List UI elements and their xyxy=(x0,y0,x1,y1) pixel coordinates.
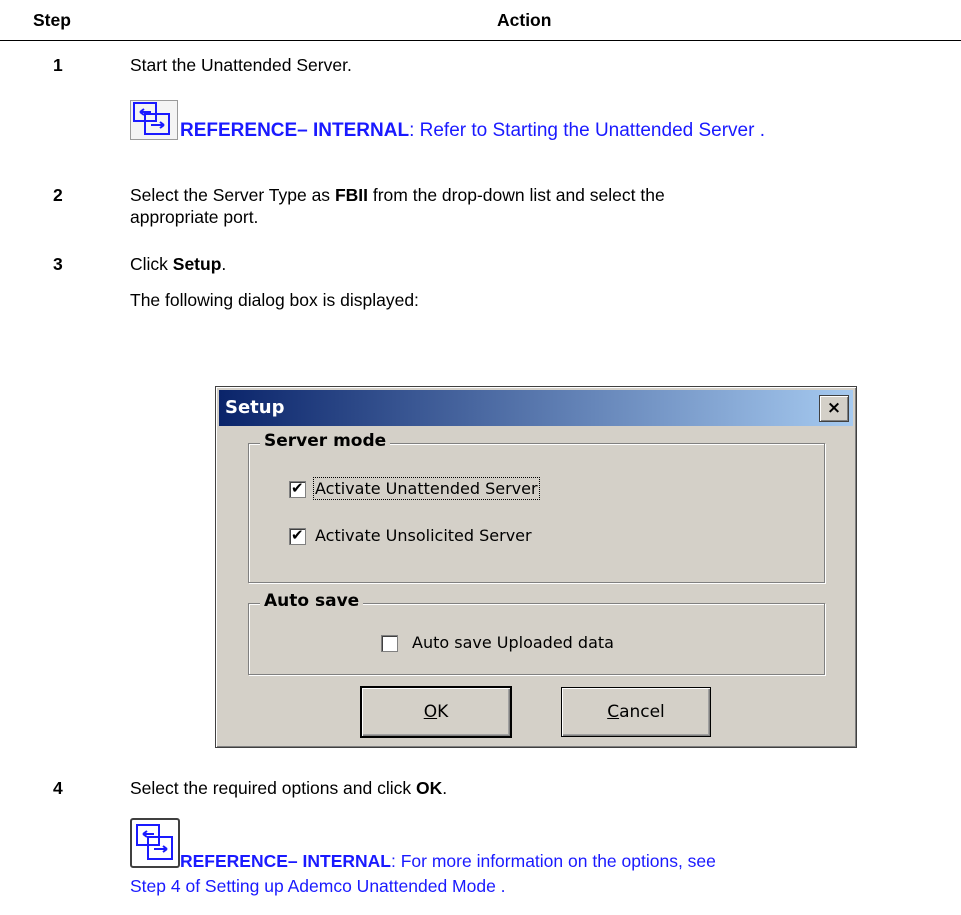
step-4-text: Select the required options and click OK… xyxy=(130,778,448,798)
dialog-title: Setup xyxy=(225,397,285,418)
reference-1-link[interactable]: : Refer to Starting the Unattended Serve… xyxy=(409,120,765,141)
step-2-text: Select the Server Type as FBII from the … xyxy=(130,185,665,227)
activate-unattended-checkbox[interactable] xyxy=(289,479,306,498)
step-3-subtext: The following dialog box is displayed: xyxy=(130,290,419,310)
activate-unsolicited-label[interactable]: Activate Unsolicited Server xyxy=(315,526,532,545)
step-column-header: Step xyxy=(33,10,71,30)
auto-save-label[interactable]: Auto save Uploaded data xyxy=(412,633,614,652)
auto-save-checkbox[interactable] xyxy=(381,635,398,652)
step-3-text: Click Setup. xyxy=(130,254,227,274)
step-4-number: 4 xyxy=(53,778,63,798)
reference-1: REFERENCE– INTERNAL: Refer to Starting t… xyxy=(180,120,765,142)
cancel-button[interactable]: Cancel xyxy=(561,687,711,737)
reference-icon xyxy=(130,100,178,140)
step-1-text: Start the Unattended Server. xyxy=(130,55,352,75)
server-mode-title: Server mode xyxy=(260,431,391,451)
reference-2-label: REFERENCE– INTERNAL xyxy=(180,851,391,871)
setup-dialog: Setup × Server mode Activate Unattended … xyxy=(215,386,857,748)
activate-unattended-label[interactable]: Activate Unattended Server xyxy=(313,477,540,500)
header-rule xyxy=(0,40,961,41)
action-column-header: Action xyxy=(497,10,552,30)
step-2-number: 2 xyxy=(53,185,63,205)
reference-icon xyxy=(130,818,180,868)
auto-save-title: Auto save xyxy=(260,591,364,611)
reference-2-line1: REFERENCE– INTERNAL: For more informatio… xyxy=(180,851,716,872)
dialog-titlebar[interactable]: Setup × xyxy=(219,390,853,426)
reference-2-link[interactable]: Step 4 of Setting up Ademco Unattended M… xyxy=(130,876,506,897)
step-3-number: 3 xyxy=(53,254,63,274)
ok-button[interactable]: OK xyxy=(360,686,512,738)
reference-1-label: REFERENCE– INTERNAL xyxy=(180,120,410,141)
reference-2-text: : For more information on the options, s… xyxy=(391,851,716,871)
step-1-number: 1 xyxy=(53,55,63,75)
activate-unsolicited-checkbox[interactable] xyxy=(289,526,306,545)
close-button[interactable]: × xyxy=(819,395,849,422)
server-mode-group xyxy=(248,443,825,583)
